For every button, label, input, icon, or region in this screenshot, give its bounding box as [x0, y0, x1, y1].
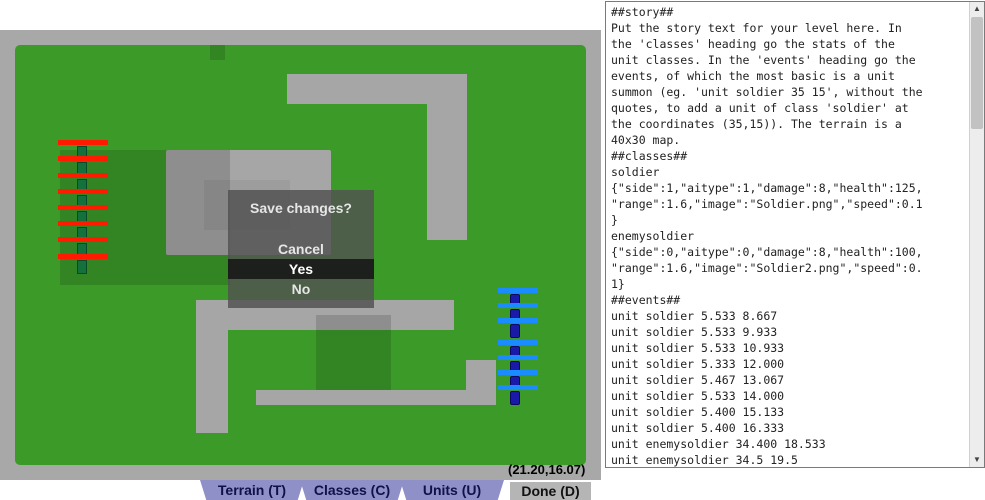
script-line: unit classes. In the 'events' heading go…	[611, 53, 916, 67]
scroll-up-arrow-icon[interactable]: ▲	[970, 2, 984, 16]
scroll-thumb[interactable]	[971, 17, 983, 129]
script-line: "range":1.6,"image":"Soldier2.png","spee…	[611, 261, 923, 275]
script-line: summon (eg. 'unit soldier 35 15', withou…	[611, 85, 923, 99]
script-line: quotes, to add a unit of class 'soldier'…	[611, 101, 909, 115]
dialog-title: Save changes?	[250, 200, 352, 216]
script-line: unit soldier 5.533 10.933	[611, 341, 785, 355]
script-line: 40x30 map.	[611, 133, 681, 147]
tab-terrain[interactable]: Terrain (T)	[200, 480, 304, 500]
script-line: }	[611, 213, 618, 227]
script-line: "range":1.6,"image":"Soldier.png","speed…	[611, 197, 923, 211]
health-bar	[58, 221, 108, 226]
road-segment	[256, 390, 496, 405]
health-bar	[498, 340, 538, 345]
health-bar	[498, 318, 538, 323]
terrain-tile	[210, 45, 225, 60]
save-changes-dialog: Save changes? Cancel Yes No	[228, 190, 374, 308]
script-line: unit soldier 5.533 8.667	[611, 309, 778, 323]
script-line: unit soldier 5.333 12.000	[611, 357, 785, 371]
script-line: ##events##	[611, 293, 681, 307]
health-bar	[58, 173, 108, 178]
yes-option[interactable]: Yes	[228, 259, 374, 279]
scroll-down-arrow-icon[interactable]: ▼	[970, 453, 984, 467]
done-button[interactable]: Done (D)	[510, 482, 591, 500]
script-line: unit soldier 5.533 14.000	[611, 389, 785, 403]
script-line: soldier	[611, 165, 660, 179]
script-line: {"side":1,"aitype":1,"damage":8,"health"…	[611, 181, 923, 195]
health-bar	[58, 254, 108, 259]
script-line: unit enemysoldier 34.5 19.5	[611, 453, 798, 467]
road-segment	[196, 300, 228, 433]
health-bar	[58, 156, 108, 161]
script-line: ##story##	[611, 5, 674, 19]
script-line: unit soldier 5.400 16.333	[611, 421, 785, 435]
health-bar	[498, 385, 538, 390]
script-line: ##classes##	[611, 149, 688, 163]
tab-label: Classes (C)	[313, 482, 391, 498]
health-bar	[58, 237, 108, 242]
tab-classes[interactable]: Classes (C)	[300, 480, 404, 500]
cursor-coordinates: (21.20,16.07)	[508, 462, 586, 477]
script-line: events, of which the most basic is a uni…	[611, 69, 895, 83]
shaded-area	[316, 315, 391, 390]
script-line: the 'classes' heading go the stats of th…	[611, 37, 895, 51]
script-line: enemysoldier	[611, 229, 695, 243]
health-bar	[498, 288, 538, 293]
soldier-unit[interactable]	[77, 260, 87, 274]
health-bar	[58, 140, 108, 145]
script-line: unit soldier 5.400 15.133	[611, 405, 785, 419]
enemy-soldier-unit[interactable]	[510, 324, 520, 338]
health-bar	[498, 370, 538, 375]
enemy-soldier-unit[interactable]	[510, 391, 520, 405]
level-script-text[interactable]: ##story## Put the story text for your lev…	[611, 4, 971, 467]
tab-label: Units (U)	[422, 482, 482, 498]
script-line: {"side":0,"aitype":0,"damage":8,"health"…	[611, 245, 923, 259]
road-segment	[390, 300, 454, 330]
no-option[interactable]: No	[228, 279, 374, 299]
script-line: unit soldier 5.533 9.933	[611, 325, 778, 339]
health-bar	[498, 355, 538, 360]
tab-label: Terrain (T)	[217, 482, 287, 498]
script-line: unit soldier 5.467 13.067	[611, 373, 785, 387]
cancel-option[interactable]: Cancel	[228, 239, 374, 259]
tab-units[interactable]: Units (U)	[400, 480, 504, 500]
editor-scrollbar[interactable]: ▲ ▼	[969, 2, 984, 467]
road-segment	[427, 74, 467, 240]
health-bar	[58, 205, 108, 210]
script-line: the coordinates (35,15)). The terrain is…	[611, 117, 902, 131]
health-bar	[58, 189, 108, 194]
level-script-textarea[interactable]: ##story## Put the story text for your lev…	[605, 1, 985, 468]
script-line: 1}	[611, 277, 625, 291]
script-line: unit enemysoldier 34.400 18.533	[611, 437, 826, 451]
script-line: Put the story text for your level here. …	[611, 21, 902, 35]
health-bar	[498, 303, 538, 308]
game-map[interactable]: Save changes? Cancel Yes No	[0, 30, 601, 480]
